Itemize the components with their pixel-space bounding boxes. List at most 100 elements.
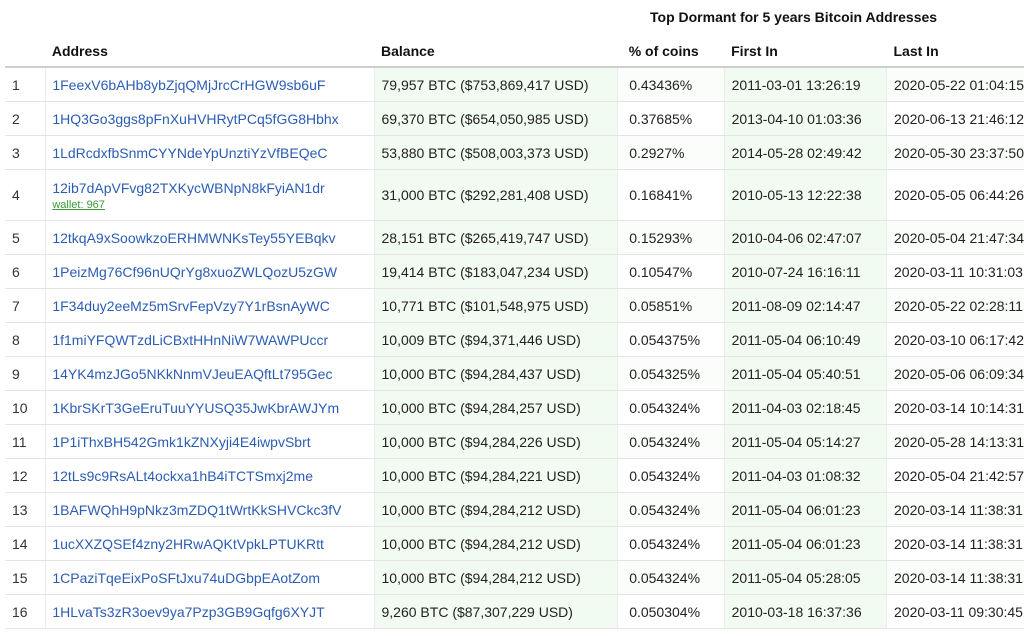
address-cell: 1LdRcdxfbSnmCYYNdeYpUnztiYzVfBEQeC: [45, 135, 374, 170]
first-in-cell: 2010-05-13 12:22:38: [723, 169, 887, 221]
wallet-link[interactable]: wallet: 967: [52, 199, 373, 211]
percent-cell: 0.16841%: [617, 169, 725, 221]
balance-cell: 10,000 BTC ($94,284,212 USD): [373, 492, 618, 527]
balance-cell: 10,000 BTC ($94,284,257 USD): [373, 390, 618, 425]
first-in-cell: 2011-05-04 05:14:27: [723, 424, 887, 459]
address-link[interactable]: 12ib7dApVFvg82TXKycWBNpN8kFyiAN1dr: [52, 180, 324, 196]
row-index: 16: [5, 594, 46, 629]
row-index: 1: [5, 67, 46, 102]
percent-cell: 0.37685%: [617, 101, 725, 136]
last-in-cell: 2020-03-11 10:31:03: [886, 254, 1024, 289]
table-row: 10 1KbrSKrT3GeEruTuuYYUSQ35JwKbrAWJYm 10,0…: [5, 390, 1024, 425]
balance-cell: 53,880 BTC ($508,003,373 USD): [373, 135, 618, 170]
header-last-in[interactable]: Last In: [886, 35, 1024, 68]
percent-cell: 0.15293%: [617, 220, 725, 255]
address-link[interactable]: 1P1iThxBH542Gmk1kZNXyji4E4iwpvSbrt: [52, 434, 310, 450]
last-in-cell: 2020-03-14 10:14:31: [886, 390, 1024, 425]
header-balance[interactable]: Balance: [374, 35, 618, 68]
first-in-cell: 2011-05-04 06:01:23: [723, 492, 887, 527]
row-index: 15: [5, 560, 46, 595]
address-link[interactable]: 1PeizMg76Cf96nUQrYg8xuoZWLQozU5zGW: [52, 264, 337, 280]
address-link[interactable]: 1HLvaTs3zR3oev9ya7Pzp3GB9Gqfg6XYJT: [52, 604, 324, 620]
address-link[interactable]: 1f1miYFQWTzdLiCBxtHHnNiW7WAWPUccr: [52, 332, 328, 348]
address-link[interactable]: 1FeexV6bAHb8ybZjqQMjJrcCrHGW9sb6uF: [52, 77, 325, 93]
row-index: 5: [5, 220, 46, 255]
address-link[interactable]: 1HQ3Go3ggs8pFnXuHVHRytPCq5fGG8Hbhx: [52, 111, 338, 127]
address-cell: 1P1iThxBH542Gmk1kZNXyji4E4iwpvSbrt: [45, 424, 374, 459]
address-cell: 12tkqA9xSoowkzoERHMWNKsTey55YEBqkv: [45, 220, 374, 255]
percent-cell: 0.054324%: [617, 492, 725, 527]
address-cell: 14YK4mzJGo5NKkNnmVJeuEAQftLt795Gec: [45, 356, 374, 391]
last-in-cell: 2020-05-22 01:04:15: [886, 67, 1024, 102]
balance-cell: 10,009 BTC ($94,371,446 USD): [373, 322, 618, 357]
last-in-cell: 2020-03-14 11:38:31: [886, 526, 1024, 561]
percent-cell: 0.054324%: [617, 526, 725, 561]
percent-cell: 0.054324%: [617, 560, 725, 595]
last-in-cell: 2020-05-28 14:13:31: [886, 424, 1024, 459]
addresses-table: Address Balance % of coins First In Last…: [5, 35, 1024, 629]
last-in-cell: 2020-05-04 21:42:57: [886, 458, 1024, 493]
last-in-cell: 2020-05-30 23:37:50: [886, 135, 1024, 170]
address-link[interactable]: 1F34duy2eeMz5mSrvFepVzy7Y1rBsnAyWC: [52, 298, 330, 314]
address-link[interactable]: 14YK4mzJGo5NKkNnmVJeuEAQftLt795Gec: [52, 366, 332, 382]
address-cell: 1HQ3Go3ggs8pFnXuHVHRytPCq5fGG8Hbhx: [45, 101, 374, 136]
address-cell: 1CPaziTqeEixPoSFtJxu74uDGbpEAotZom: [45, 560, 374, 595]
row-index: 14: [5, 526, 46, 561]
first-in-cell: 2010-04-06 02:47:07: [723, 220, 887, 255]
first-in-cell: 2013-04-10 01:03:36: [723, 101, 887, 136]
header-address[interactable]: Address: [45, 35, 374, 68]
table-row: 3 1LdRcdxfbSnmCYYNdeYpUnztiYzVfBEQeC 53,88…: [5, 135, 1024, 170]
first-in-cell: 2011-05-04 05:40:51: [723, 356, 887, 391]
last-in-cell: 2020-03-14 11:38:31: [886, 560, 1024, 595]
first-in-cell: 2011-03-01 13:26:19: [723, 67, 887, 102]
balance-cell: 79,957 BTC ($753,869,417 USD): [373, 67, 618, 102]
address-cell: 1HLvaTs3zR3oev9ya7Pzp3GB9Gqfg6XYJT: [45, 594, 374, 629]
address-link[interactable]: 1ucXXZQSEf4zny2HRwAQKtVpkLPTUKRtt: [52, 536, 324, 552]
balance-cell: 9,260 BTC ($87,307,229 USD): [373, 594, 618, 629]
header-percent-of-coins[interactable]: % of coins: [617, 35, 725, 68]
table-row: 15 1CPaziTqeEixPoSFtJxu74uDGbpEAotZom 10,0…: [5, 560, 1024, 595]
address-link[interactable]: 1CPaziTqeEixPoSFtJxu74uDGbpEAotZom: [52, 570, 320, 586]
last-in-cell: 2020-05-04 21:47:34: [886, 220, 1024, 255]
table-row: 1 1FeexV6bAHb8ybZjqQMjJrcCrHGW9sb6uF 79,95…: [5, 67, 1024, 102]
address-link[interactable]: 1LdRcdxfbSnmCYYNdeYpUnztiYzVfBEQeC: [52, 145, 327, 161]
percent-cell: 0.050304%: [617, 594, 725, 629]
row-index: 11: [5, 424, 46, 459]
percent-cell: 0.10547%: [617, 254, 725, 289]
page-title: Top Dormant for 5 years Bitcoin Addresse…: [650, 9, 938, 25]
row-index: 13: [5, 492, 46, 527]
table-row: 4 12ib7dApVFvg82TXKycWBNpN8kFyiAN1dr walle…: [5, 169, 1024, 221]
balance-cell: 10,000 BTC ($94,284,212 USD): [373, 560, 618, 595]
table-row: 2 1HQ3Go3ggs8pFnXuHVHRytPCq5fGG8Hbhx 69,37…: [5, 101, 1024, 136]
balance-cell: 19,414 BTC ($183,047,234 USD): [373, 254, 618, 289]
percent-cell: 0.054324%: [617, 390, 725, 425]
table-row: 16 1HLvaTs3zR3oev9ya7Pzp3GB9Gqfg6XYJT 9,26…: [5, 594, 1024, 629]
row-index: 8: [5, 322, 46, 357]
percent-cell: 0.054325%: [617, 356, 725, 391]
address-cell: 1F34duy2eeMz5mSrvFepVzy7Y1rBsnAyWC: [45, 288, 374, 323]
balance-cell: 10,771 BTC ($101,548,975 USD): [373, 288, 618, 323]
table-row: 5 12tkqA9xSoowkzoERHMWNKsTey55YEBqkv 28,15…: [5, 220, 1024, 255]
address-cell: 1BAFWQhH9pNkz3mZDQ1tWrtKkSHVCkc3fV: [45, 492, 374, 527]
address-link[interactable]: 12tLs9c9RsALt4ockxa1hB4iTCTSmxj2me: [52, 468, 313, 484]
percent-cell: 0.054324%: [617, 424, 725, 459]
balance-cell: 31,000 BTC ($292,281,408 USD): [373, 169, 618, 221]
last-in-cell: 2020-06-13 21:46:12: [886, 101, 1024, 136]
first-in-cell: 2011-04-03 02:18:45: [723, 390, 887, 425]
header-first-in[interactable]: First In: [724, 35, 887, 68]
last-in-cell: 2020-03-14 11:38:31: [886, 492, 1024, 527]
row-index: 6: [5, 254, 46, 289]
percent-cell: 0.054375%: [617, 322, 725, 357]
last-in-cell: 2020-05-06 06:09:34: [886, 356, 1024, 391]
percent-cell: 0.2927%: [617, 135, 725, 170]
address-link[interactable]: 1BAFWQhH9pNkz3mZDQ1tWrtKkSHVCkc3fV: [52, 502, 341, 518]
balance-cell: 10,000 BTC ($94,284,226 USD): [373, 424, 618, 459]
row-index: 4: [5, 169, 46, 221]
percent-cell: 0.43436%: [617, 67, 725, 102]
address-cell: 1KbrSKrT3GeEruTuuYYUSQ35JwKbrAWJYm: [45, 390, 374, 425]
address-link[interactable]: 12tkqA9xSoowkzoERHMWNKsTey55YEBqkv: [52, 230, 335, 246]
first-in-cell: 2011-08-09 02:14:47: [723, 288, 887, 323]
address-link[interactable]: 1KbrSKrT3GeEruTuuYYUSQ35JwKbrAWJYm: [52, 400, 339, 416]
first-in-cell: 2011-05-04 05:28:05: [723, 560, 887, 595]
table-row: 9 14YK4mzJGo5NKkNnmVJeuEAQftLt795Gec 10,00…: [5, 356, 1024, 391]
